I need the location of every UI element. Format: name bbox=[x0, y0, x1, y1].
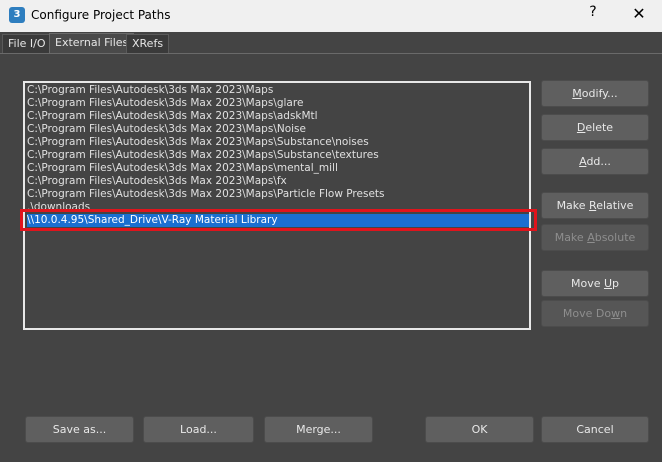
tab-xrefs[interactable]: XRefs bbox=[126, 34, 170, 53]
list-item[interactable]: C:\Program Files\Autodesk\3ds Max 2023\M… bbox=[27, 188, 529, 201]
tab-bar: File I/O External Files XRefs bbox=[0, 33, 662, 54]
delete-button[interactable]: Delete bbox=[541, 114, 649, 141]
help-button[interactable]: ? bbox=[578, 4, 608, 28]
save-as-button[interactable]: Save as... bbox=[25, 416, 134, 443]
paths-list[interactable]: C:\Program Files\Autodesk\3ds Max 2023\M… bbox=[23, 81, 531, 330]
make-absolute-button[interactable]: Make Absolute bbox=[541, 224, 649, 251]
tab-external-files[interactable]: External Files bbox=[49, 33, 135, 54]
make-relative-button[interactable]: Make Relative bbox=[541, 192, 649, 219]
list-item[interactable]: C:\Program Files\Autodesk\3ds Max 2023\M… bbox=[27, 84, 529, 97]
close-button[interactable]: ✕ bbox=[624, 4, 654, 28]
list-item[interactable]: C:\Program Files\Autodesk\3ds Max 2023\M… bbox=[27, 175, 529, 188]
ok-button[interactable]: OK bbox=[425, 416, 534, 443]
merge-button[interactable]: Merge... bbox=[264, 416, 373, 443]
list-item[interactable]: .\downloads bbox=[27, 201, 529, 214]
tab-divider bbox=[0, 53, 662, 54]
list-item[interactable]: C:\Program Files\Autodesk\3ds Max 2023\M… bbox=[27, 162, 529, 175]
list-item[interactable]: C:\Program Files\Autodesk\3ds Max 2023\M… bbox=[27, 149, 529, 162]
window-title: Configure Project Paths bbox=[31, 8, 171, 22]
cancel-button[interactable]: Cancel bbox=[541, 416, 649, 443]
title-bar: 3 Configure Project Paths ? ✕ bbox=[0, 0, 662, 32]
list-item[interactable]: C:\Program Files\Autodesk\3ds Max 2023\M… bbox=[27, 123, 529, 136]
list-item[interactable]: C:\Program Files\Autodesk\3ds Max 2023\M… bbox=[27, 136, 529, 149]
add-button[interactable]: Add... bbox=[541, 148, 649, 175]
tab-file-io[interactable]: File I/O bbox=[2, 34, 52, 53]
move-up-button[interactable]: Move Up bbox=[541, 270, 649, 297]
load-button[interactable]: Load... bbox=[143, 416, 254, 443]
modify-button[interactable]: Modify... bbox=[541, 80, 649, 107]
app-icon: 3 bbox=[9, 7, 25, 23]
list-item[interactable]: C:\Program Files\Autodesk\3ds Max 2023\M… bbox=[27, 97, 529, 110]
move-down-button[interactable]: Move Down bbox=[541, 300, 649, 327]
list-item-selected[interactable]: \\10.0.4.95\Shared_Drive\V-Ray Material … bbox=[27, 214, 529, 227]
list-item[interactable]: C:\Program Files\Autodesk\3ds Max 2023\M… bbox=[27, 110, 529, 123]
